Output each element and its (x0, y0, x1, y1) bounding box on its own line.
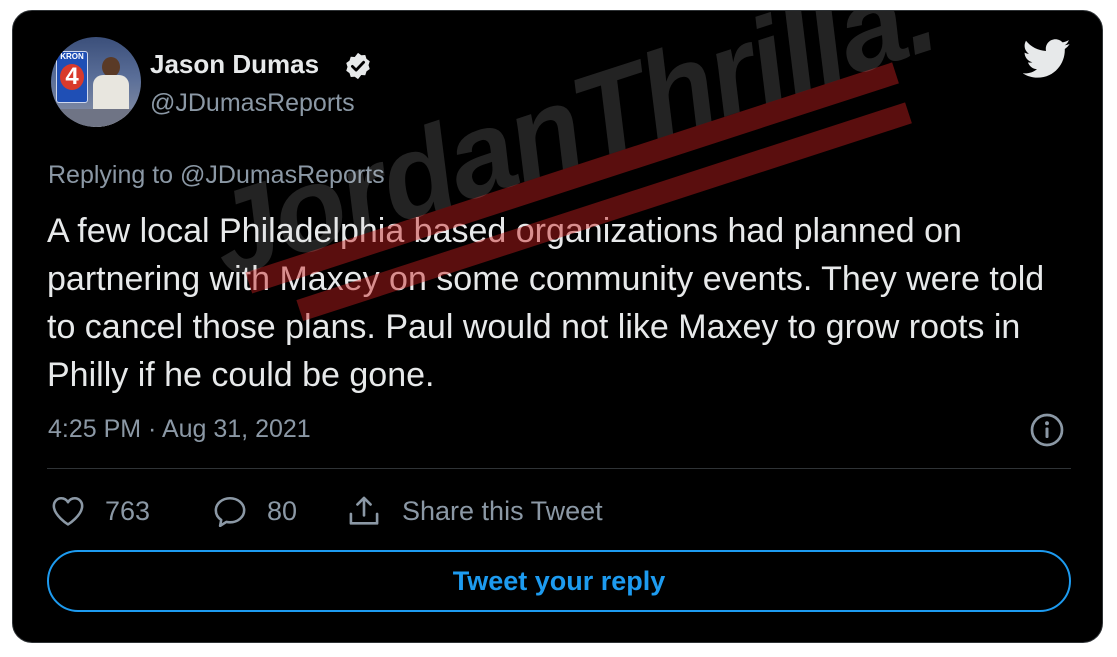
avatar[interactable]: KRON 4 (51, 37, 141, 127)
reply-count: 80 (267, 495, 298, 526)
author-handle[interactable]: @JDumasReports (150, 89, 355, 118)
verified-badge-icon (346, 52, 370, 80)
tweet-timestamp[interactable]: 4:25 PM · Aug 31, 2021 (48, 415, 311, 444)
comment-icon (214, 496, 246, 527)
twitter-bird-icon[interactable] (1023, 39, 1071, 79)
author-name[interactable]: Jason Dumas (150, 49, 319, 80)
like-button[interactable]: 763 (51, 493, 150, 529)
reply-action-button[interactable]: 80 (213, 493, 297, 529)
tweet-card: KRON 4 Jason Dumas @JDumasReports Replyi… (12, 10, 1103, 643)
tweet-text: A few local Philadelphia based organizat… (47, 212, 1045, 394)
info-icon[interactable] (1029, 412, 1065, 448)
share-label: Share this Tweet (402, 495, 603, 526)
share-button[interactable]: Share this Tweet (346, 493, 603, 529)
like-count: 763 (105, 495, 151, 526)
divider (47, 468, 1071, 469)
share-icon (349, 496, 379, 525)
tweet-your-reply-button[interactable]: Tweet your reply (47, 550, 1071, 612)
replying-to[interactable]: Replying to @JDumasReports (48, 161, 385, 190)
kron-logo: KRON 4 (56, 51, 88, 103)
heart-icon (52, 496, 84, 526)
